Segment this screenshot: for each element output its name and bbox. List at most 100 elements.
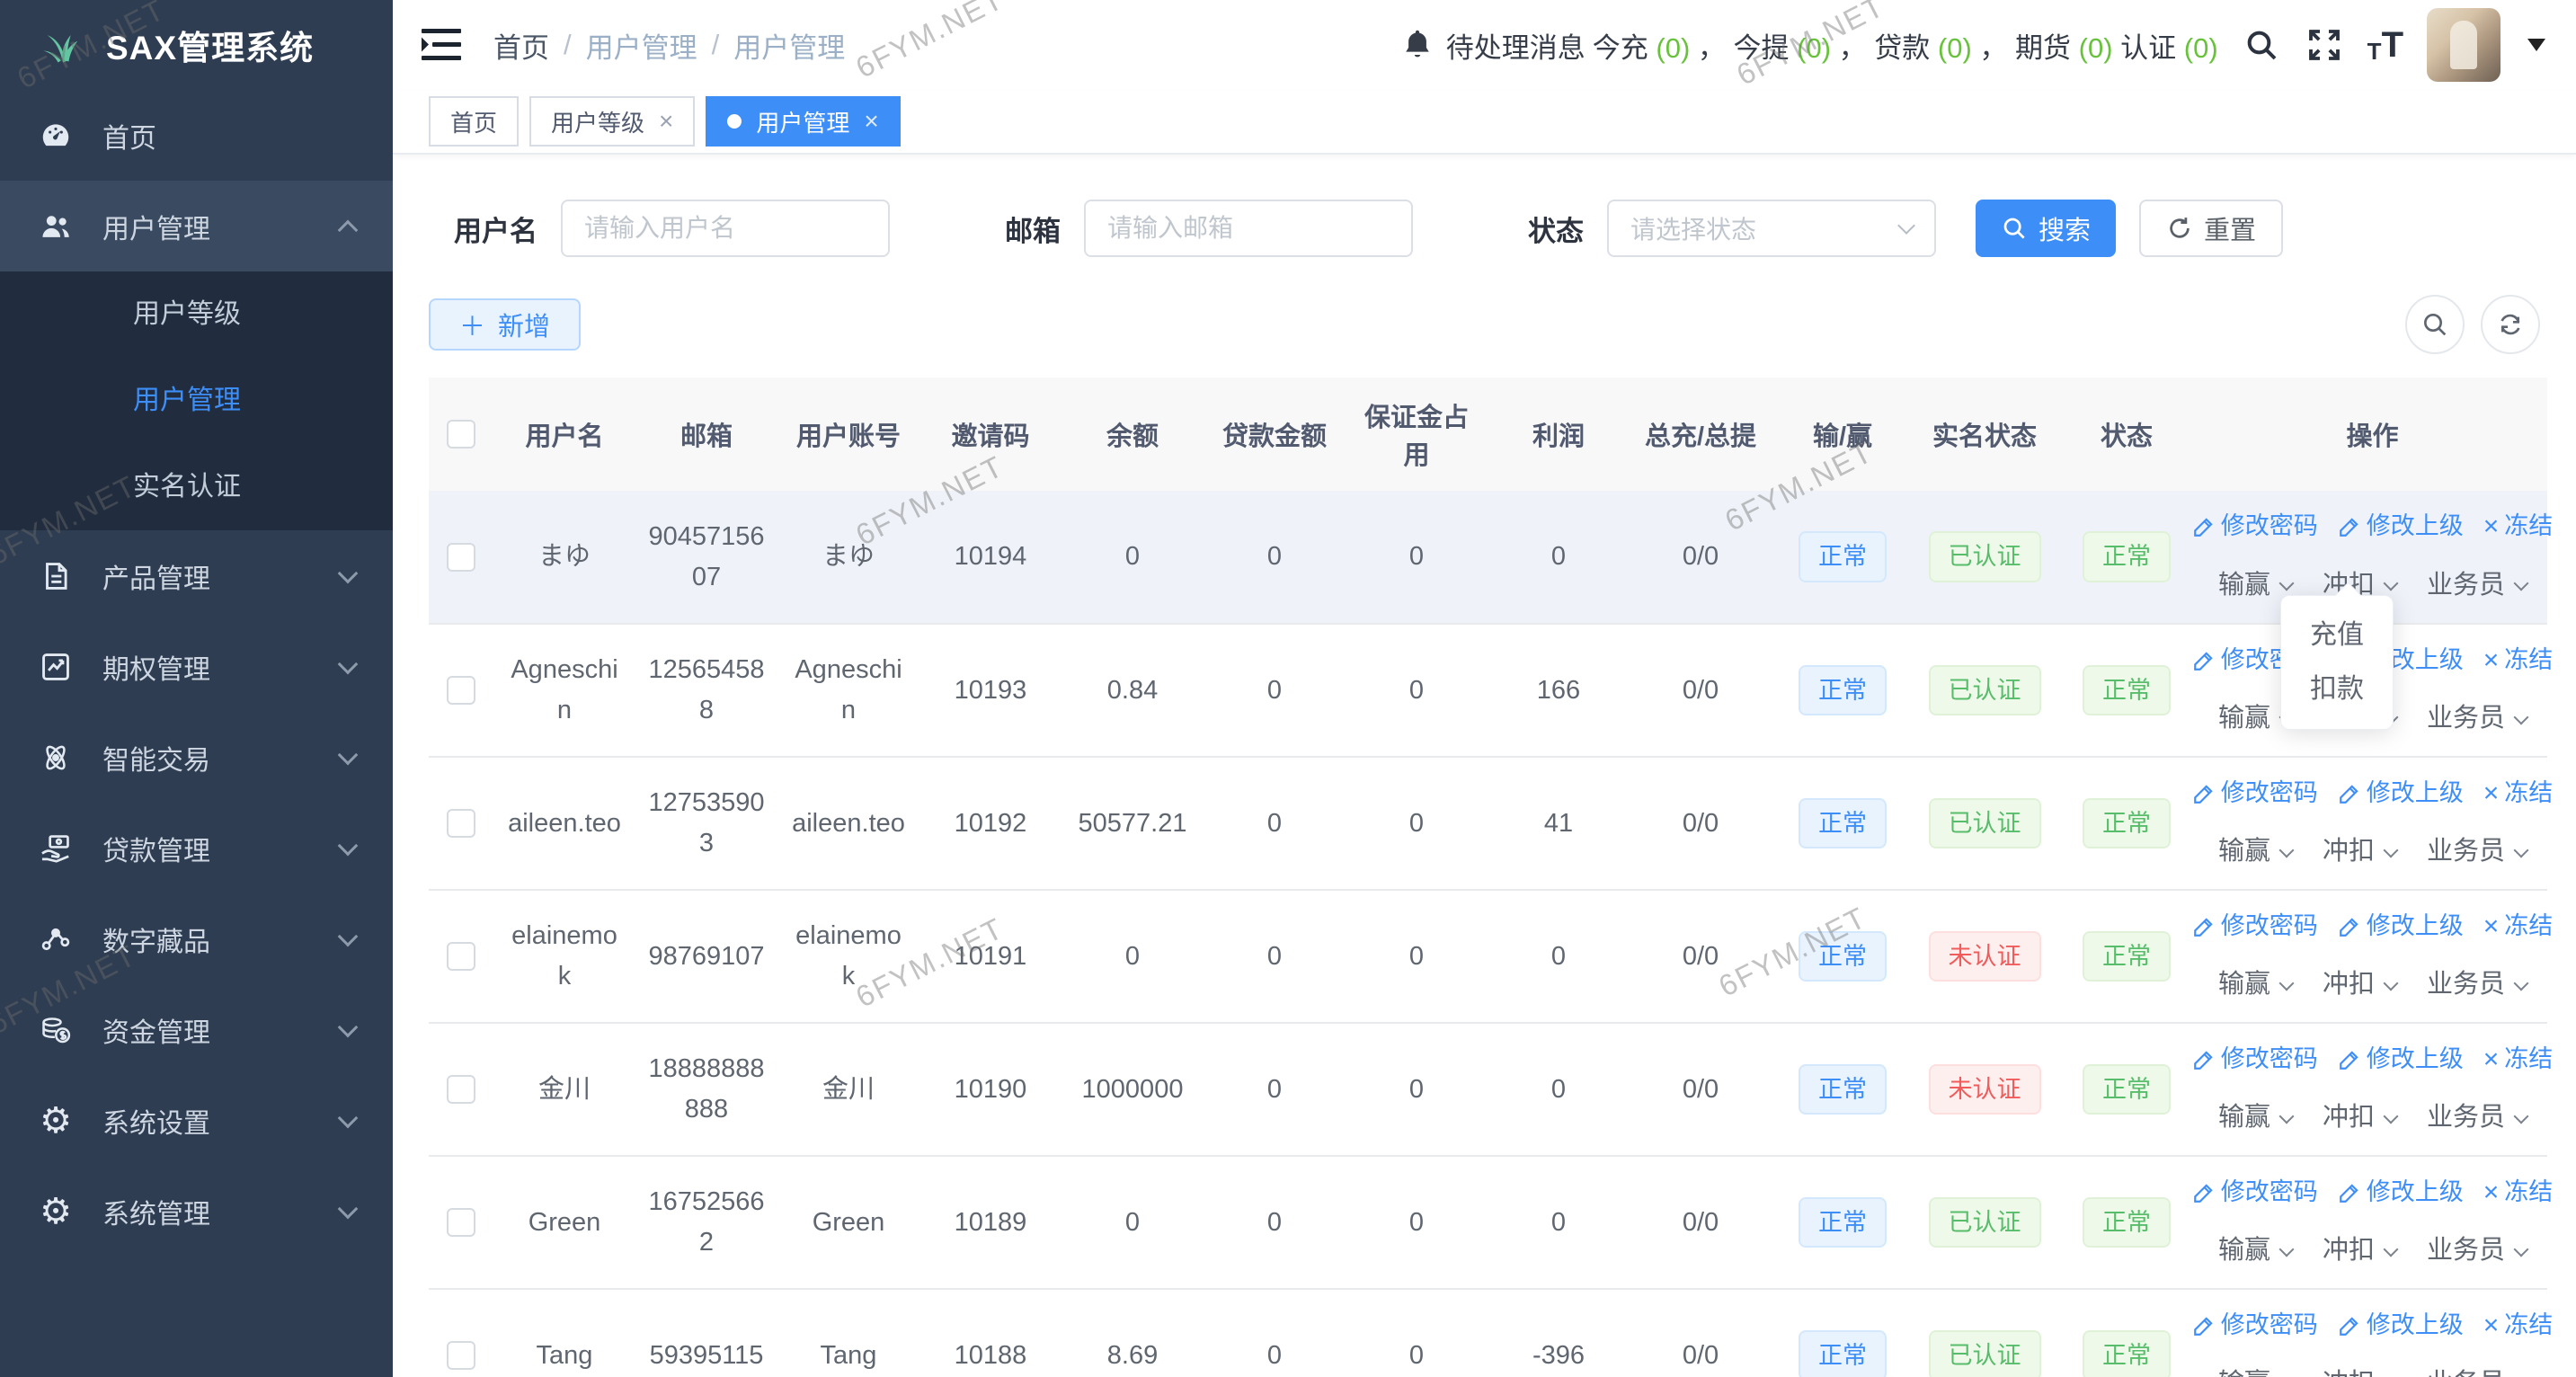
change-password-link[interactable]: 修改密码 (2192, 1307, 2318, 1345)
dropdown-trigger-业务员[interactable]: 业务员 (2427, 1230, 2527, 1271)
dropdown-trigger-业务员[interactable]: 业务员 (2427, 565, 2527, 606)
freeze-link[interactable]: ×冻结 (2483, 908, 2554, 946)
dropdown-trigger-输赢[interactable]: 输赢 (2218, 831, 2292, 872)
select-all-checkbox[interactable] (447, 420, 475, 449)
dropdown-trigger-冲扣[interactable]: 冲扣 (2323, 1230, 2396, 1271)
freeze-link[interactable]: ×冻结 (2483, 1307, 2554, 1345)
reset-button[interactable]: 重置 (2139, 200, 2283, 257)
dropdown-item-deduct[interactable]: 扣款 (2281, 662, 2393, 716)
table-refresh-button[interactable] (2481, 295, 2540, 354)
search-icon[interactable] (2242, 25, 2281, 65)
email-input[interactable] (1084, 200, 1413, 257)
operation-label: 冻结 (2504, 1307, 2553, 1345)
sidebar-item-user-management-sub[interactable]: 用户管理 (0, 358, 393, 444)
cell-balance: 0 (1061, 491, 1204, 624)
row-checkbox[interactable] (447, 543, 475, 572)
dropdown-trigger-输赢[interactable]: 输赢 (2218, 1230, 2292, 1271)
cell-invite-code: 10189 (919, 1156, 1061, 1289)
dropdown-trigger-冲扣[interactable]: 冲扣 (2323, 1364, 2396, 1377)
dropdown-trigger-输赢[interactable]: 输赢 (2218, 964, 2292, 1005)
change-password-link[interactable]: 修改密码 (2192, 775, 2318, 813)
sidebar-item-user-level[interactable]: 用户等级 (0, 271, 393, 358)
freeze-link[interactable]: ×冻结 (2483, 775, 2554, 813)
change-parent-link[interactable]: 修改上级 (2338, 508, 2464, 546)
user-avatar[interactable] (2427, 8, 2500, 82)
sidebar-item-system-settings[interactable]: ⚙ 系统设置 (0, 1075, 393, 1166)
dropdown-trigger-业务员[interactable]: 业务员 (2427, 1364, 2527, 1377)
row-checkbox[interactable] (447, 942, 475, 971)
change-parent-link[interactable]: 修改上级 (2338, 908, 2464, 946)
sidebar-item-home[interactable]: 首页 (0, 90, 393, 181)
dropdown-trigger-业务员[interactable]: 业务员 (2427, 1097, 2527, 1138)
operation-label: 修改上级 (2367, 1174, 2464, 1212)
change-parent-link[interactable]: 修改上级 (2338, 1307, 2464, 1345)
operation-label: 修改密码 (2221, 775, 2318, 813)
freeze-link[interactable]: ×冻结 (2483, 642, 2554, 680)
tab-user-management[interactable]: 用户管理 × (706, 96, 900, 147)
status-badge: 正常 (2083, 1330, 2171, 1377)
cell-balance: 0 (1061, 1156, 1204, 1289)
freeze-link[interactable]: ×冻结 (2483, 1041, 2554, 1079)
dropdown-trigger-冲扣[interactable]: 冲扣 (2323, 1097, 2396, 1138)
user-menu-caret-icon[interactable] (2527, 39, 2545, 51)
change-parent-link[interactable]: 修改上级 (2338, 1041, 2464, 1079)
operation-label: 冻结 (2504, 1041, 2553, 1079)
sidebar-collapse-icon[interactable] (420, 25, 463, 65)
sidebar-item-user-management[interactable]: 用户管理 (0, 181, 393, 271)
operation-label: 修改上级 (2367, 508, 2464, 546)
sidebar-item-realname-auth[interactable]: 实名认证 (0, 444, 393, 530)
sidebar-item-system-management[interactable]: ⚙ 系统管理 (0, 1166, 393, 1257)
sidebar-item-smart-trade[interactable]: 智能交易 (0, 712, 393, 803)
change-password-link[interactable]: 修改密码 (2192, 1041, 2318, 1079)
sidebar-item-options[interactable]: 期权管理 (0, 621, 393, 712)
dropdown-trigger-冲扣[interactable]: 冲扣 (2323, 964, 2396, 1005)
sidebar-item-product[interactable]: 产品管理 (0, 530, 393, 621)
cell-realname-status-badge: 未认证 (1914, 890, 2056, 1023)
sidebar-item-digital-collection[interactable]: 数字藏品 (0, 893, 393, 984)
dropdown-trigger-业务员[interactable]: 业务员 (2427, 698, 2527, 739)
font-size-icon[interactable]: TT (2367, 25, 2403, 66)
realname-status-badge: 已认证 (1929, 798, 2041, 848)
status-badge: 正常 (2083, 798, 2171, 848)
change-password-link[interactable]: 修改密码 (2192, 908, 2318, 946)
cell-margin: 0 (1346, 1289, 1488, 1377)
change-password-link[interactable]: 修改密码 (2192, 1174, 2318, 1212)
dropdown-trigger-输赢[interactable]: 输赢 (2218, 1364, 2292, 1377)
dropdown-label: 冲扣 (2323, 964, 2375, 1005)
status-badge: 正常 (2083, 531, 2171, 582)
edit-icon (2192, 1314, 2216, 1337)
breadcrumb-user-management[interactable]: 用户管理 (586, 25, 697, 66)
change-parent-link[interactable]: 修改上级 (2338, 775, 2464, 813)
change-password-link[interactable]: 修改密码 (2192, 508, 2318, 546)
tab-user-level[interactable]: 用户等级 × (529, 96, 695, 147)
row-checkbox[interactable] (447, 676, 475, 705)
loan-icon (38, 831, 74, 866)
row-checkbox[interactable] (447, 809, 475, 838)
row-checkbox[interactable] (447, 1341, 475, 1370)
tab-close-icon[interactable]: × (659, 109, 673, 134)
freeze-link[interactable]: ×冻结 (2483, 508, 2554, 546)
search-button[interactable]: 搜索 (1976, 200, 2116, 257)
table-search-toggle-button[interactable] (2405, 295, 2465, 354)
add-user-button[interactable]: ＋ 新增 (429, 298, 581, 351)
dropdown-trigger-输赢[interactable]: 输赢 (2218, 1097, 2292, 1138)
sidebar-item-funds[interactable]: 资金管理 (0, 984, 393, 1075)
message-label: 今充 (1593, 32, 1657, 64)
tab-home[interactable]: 首页 (429, 96, 519, 147)
dropdown-trigger-业务员[interactable]: 业务员 (2427, 964, 2527, 1005)
change-parent-link[interactable]: 修改上级 (2338, 1174, 2464, 1212)
breadcrumb-home[interactable]: 首页 (493, 25, 549, 66)
row-checkbox[interactable] (447, 1075, 475, 1104)
username-input[interactable] (561, 200, 890, 257)
dropdown-trigger-冲扣[interactable]: 冲扣 (2323, 831, 2396, 872)
dropdown-item-recharge[interactable]: 充值 (2281, 609, 2393, 662)
freeze-link[interactable]: ×冻结 (2483, 1174, 2554, 1212)
sidebar-item-loan[interactable]: 贷款管理 (0, 803, 393, 893)
dropdown-trigger-业务员[interactable]: 业务员 (2427, 831, 2527, 872)
pending-messages[interactable]: 待处理消息 今充 (0) ， 今提 (0) ， 贷款 (0) ， 期货 (0) … (1401, 25, 2218, 66)
row-checkbox[interactable] (447, 1208, 475, 1237)
tab-close-icon[interactable]: × (864, 109, 878, 134)
cell-balance: 8.69 (1061, 1289, 1204, 1377)
fullscreen-icon[interactable] (2305, 25, 2344, 65)
status-select[interactable]: 请选择状态 (1607, 200, 1936, 257)
